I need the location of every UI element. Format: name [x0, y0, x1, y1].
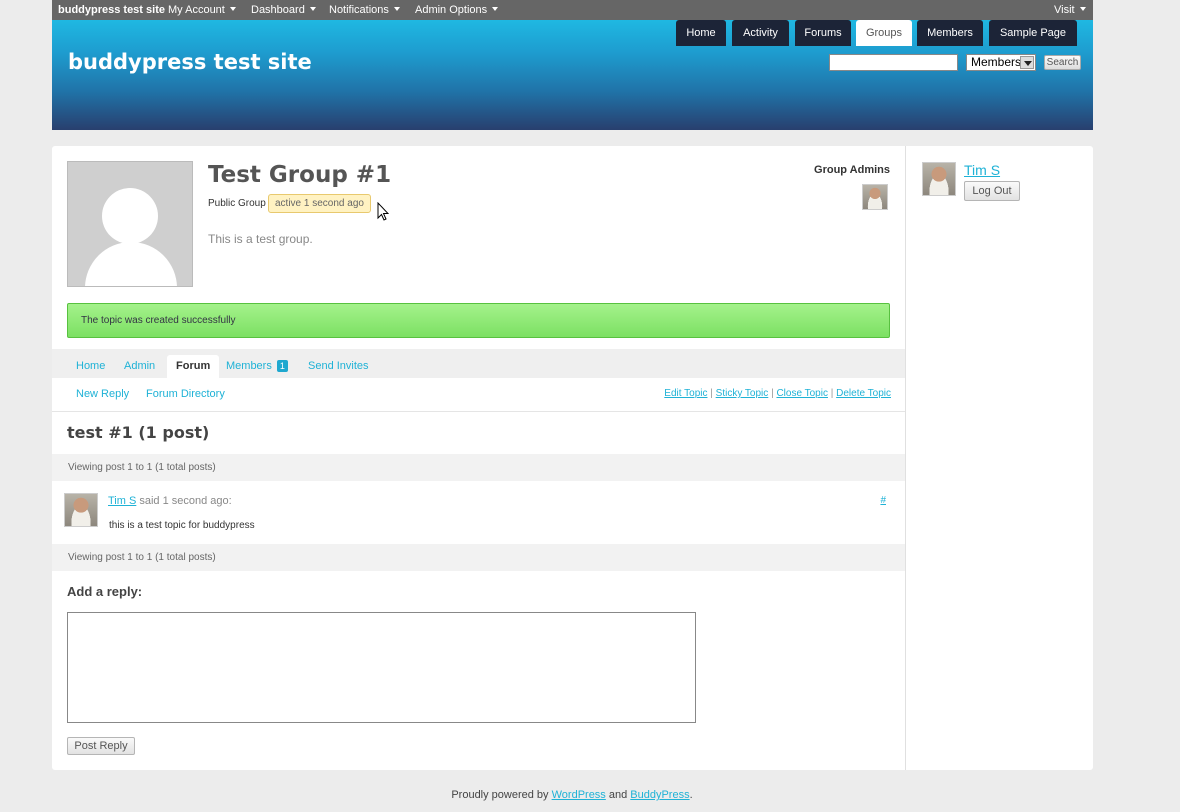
buddypress-link[interactable]: BuddyPress — [630, 789, 689, 801]
topic-actions: Edit Topic | Sticky Topic | Close Topic … — [664, 388, 891, 399]
group-description: This is a test group. — [208, 232, 313, 246]
separator: | — [710, 388, 713, 399]
new-reply-link[interactable]: New Reply — [76, 388, 129, 400]
logout-button[interactable]: Log Out — [964, 181, 1020, 201]
subnav-tab-send-invites[interactable]: Send Invites — [308, 355, 369, 378]
footer-and: and — [605, 789, 631, 801]
subnav-tab-members-label: Members — [226, 360, 272, 372]
group-activity-badge: active 1 second ago — [268, 194, 371, 213]
divider — [52, 411, 906, 412]
adminbar-visit-label: Visit — [1054, 4, 1075, 16]
footer: Proudly powered by WordPress and BuddyPr… — [0, 789, 1144, 801]
chevron-down-icon — [1020, 56, 1034, 69]
separator: | — [830, 388, 834, 399]
adminbar-visit[interactable]: Visit — [1054, 0, 1086, 20]
post-date: said 1 second ago: — [139, 495, 232, 507]
main-content: Test Group #1 Public Group active 1 seco… — [52, 146, 906, 770]
pagination-bottom: Viewing post 1 to 1 (1 total posts) — [52, 544, 906, 571]
nav-tab-sample-page[interactable]: Sample Page — [989, 20, 1077, 46]
adminbar-dashboard-label: Dashboard — [251, 4, 305, 16]
footer-prefix: Proudly powered by — [451, 789, 552, 801]
post-author-avatar[interactable] — [64, 493, 98, 527]
subnav-tab-home[interactable]: Home — [76, 355, 105, 378]
group-title[interactable]: Test Group #1 — [208, 162, 391, 188]
wordpress-link[interactable]: WordPress — [552, 789, 606, 801]
search-scope-select[interactable]: Members — [966, 54, 1036, 71]
chevron-down-icon — [1079, 7, 1086, 11]
search-input[interactable] — [829, 54, 958, 71]
subnav-tab-forum[interactable]: Forum — [167, 355, 220, 378]
adminbar-site-name[interactable]: buddypress test site — [58, 0, 165, 20]
pagination-top: Viewing post 1 to 1 (1 total posts) — [52, 454, 906, 481]
adminbar-notifications[interactable]: Notifications — [329, 0, 400, 20]
delete-topic-link[interactable]: Delete Topic — [836, 388, 891, 399]
members-count-badge: 1 — [276, 360, 288, 372]
topic-title: test #1 (1 post) — [67, 423, 210, 442]
adminbar-admin-options-label: Admin Options — [415, 4, 488, 16]
user-avatar[interactable] — [922, 162, 956, 196]
adminbar-my-account-label: My Account — [168, 4, 225, 16]
reply-heading: Add a reply: — [67, 584, 143, 599]
footer-suffix: . — [689, 789, 693, 801]
avatar-placeholder-body — [85, 242, 177, 286]
nav-tab-members[interactable]: Members — [917, 20, 983, 46]
subnav-tab-members[interactable]: Members 1 — [226, 355, 288, 378]
sticky-topic-link[interactable]: Sticky Topic — [716, 388, 769, 399]
separator: | — [771, 388, 774, 399]
group-avatar[interactable] — [67, 161, 193, 287]
close-topic-link[interactable]: Close Topic — [776, 388, 828, 399]
chevron-down-icon — [393, 7, 400, 11]
cursor-arrow-icon — [377, 202, 389, 221]
group-admin-avatar[interactable] — [862, 184, 888, 210]
reply-textarea[interactable] — [67, 612, 696, 723]
subnav-tab-admin[interactable]: Admin — [124, 355, 155, 378]
search-button[interactable]: Search — [1044, 55, 1081, 70]
adminbar-notifications-label: Notifications — [329, 4, 389, 16]
chevron-down-icon — [309, 7, 316, 11]
site-header: buddypress test site Members Search Home… — [52, 20, 1093, 130]
site-title[interactable]: buddypress test site — [68, 50, 312, 74]
group-admins-label: Group Admins — [814, 164, 890, 176]
adminbar-admin-options[interactable]: Admin Options — [415, 0, 499, 20]
adminbar-my-account[interactable]: My Account — [168, 0, 236, 20]
adminbar-dashboard[interactable]: Dashboard — [251, 0, 316, 20]
search-scope-value: Members — [971, 55, 1022, 69]
nav-tab-groups[interactable]: Groups — [856, 20, 912, 46]
post-content: this is a test topic for buddypress — [109, 520, 255, 531]
nav-tab-activity[interactable]: Activity — [732, 20, 789, 46]
sidebar-user-link[interactable]: Tim S — [964, 162, 1000, 178]
edit-topic-link[interactable]: Edit Topic — [664, 388, 707, 399]
chevron-down-icon — [492, 7, 499, 11]
group-subnav: Home Admin Forum Members 1 Send Invites — [52, 349, 906, 378]
nav-tab-forums[interactable]: Forums — [795, 20, 851, 46]
group-type: Public Group — [208, 198, 266, 209]
post-reply-button[interactable]: Post Reply — [67, 737, 135, 755]
admin-bar: buddypress test site My Account Dashboar… — [52, 0, 1093, 20]
post-author-link[interactable]: Tim S — [108, 495, 136, 507]
post-permalink[interactable]: # — [880, 495, 886, 506]
avatar-placeholder-head — [102, 188, 158, 244]
post-meta: Tim S said 1 second ago: — [108, 495, 232, 507]
forum-directory-link[interactable]: Forum Directory — [146, 388, 225, 400]
success-notice: The topic was created successfully — [67, 303, 890, 338]
sidebar: Tim S Log Out — [905, 146, 1093, 770]
chevron-down-icon — [229, 7, 236, 11]
nav-tab-home[interactable]: Home — [676, 20, 726, 46]
